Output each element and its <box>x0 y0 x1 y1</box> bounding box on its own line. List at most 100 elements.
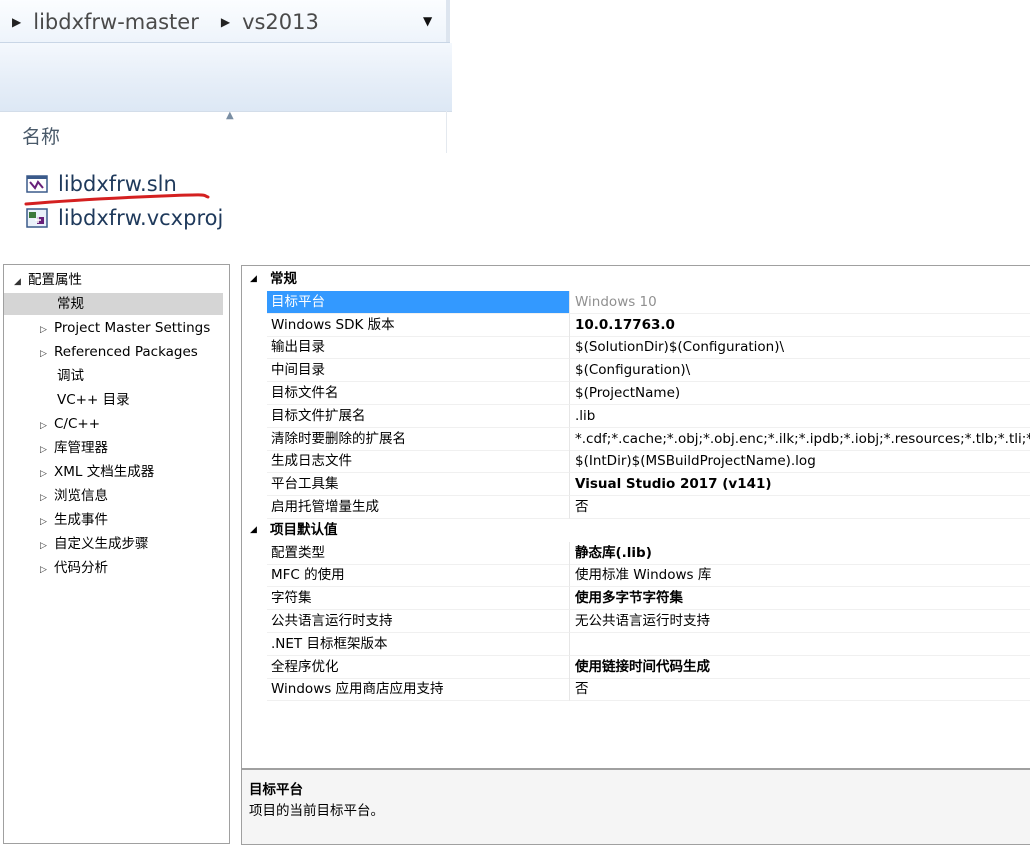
property-name[interactable]: MFC 的使用 <box>267 564 570 588</box>
property-value[interactable]: Windows 10 <box>570 291 1030 314</box>
address-bar-divider <box>446 0 450 42</box>
property-value[interactable]: 使用多字节字符集 <box>570 587 1030 611</box>
column-divider[interactable] <box>446 111 447 153</box>
property-value[interactable]: $(SolutionDir)$(Configuration)\ <box>570 336 1030 360</box>
tree-collapse-icon[interactable]: ◢ <box>14 271 28 293</box>
property-row[interactable]: 目标文件扩展名 .lib <box>242 404 1030 428</box>
property-value[interactable]: $(ProjectName) <box>570 382 1030 405</box>
property-value[interactable]: $(Configuration)\ <box>570 359 1030 383</box>
tree-expand-icon[interactable]: ▷ <box>40 439 54 461</box>
property-value[interactable] <box>570 633 1030 656</box>
property-name[interactable]: 目标平台 <box>267 290 570 314</box>
breadcrumb-item-libdxfrw-master[interactable]: libdxfrw-master <box>31 10 201 34</box>
property-name[interactable]: 公共语言运行时支持 <box>267 610 570 633</box>
property-value[interactable]: 10.0.17763.0 <box>570 314 1030 337</box>
address-dropdown-icon[interactable]: ▼ <box>423 14 432 28</box>
tree-item-project-master-settings[interactable]: ▷ Project Master Settings <box>40 317 210 339</box>
property-value[interactable]: 使用标准 Windows 库 <box>570 564 1030 588</box>
tree-expand-icon[interactable]: ▷ <box>40 463 54 485</box>
property-name[interactable]: 全程序优化 <box>267 655 570 679</box>
property-name[interactable]: 目标文件扩展名 <box>267 404 570 428</box>
property-pages: ◢ 配置属性 常规 ▷ Project Master Settings ▷ Refer… <box>0 264 1030 845</box>
property-name[interactable]: .NET 目标框架版本 <box>267 632 570 656</box>
tree-expand-icon[interactable]: ▷ <box>40 415 54 437</box>
property-name[interactable]: 配置类型 <box>267 541 570 565</box>
tree-item-c-cpp[interactable]: ▷ C/C++ <box>40 413 100 435</box>
tree-expand-icon[interactable]: ▷ <box>40 319 54 341</box>
property-name[interactable]: 清除时要删除的扩展名 <box>267 427 570 451</box>
property-row[interactable]: 生成日志文件 $(IntDir)$(MSBuildProjectName).log <box>242 450 1030 474</box>
tree-expand-icon[interactable]: ▷ <box>40 535 54 557</box>
property-name[interactable]: Windows 应用商店应用支持 <box>267 678 570 702</box>
description-text: 项目的当前目标平台。 <box>249 803 384 819</box>
category-collapse-icon[interactable]: ◢ <box>250 519 257 542</box>
tree-item-debugging[interactable]: 调试 <box>57 365 84 387</box>
property-row[interactable]: 启用托管增量生成否 <box>242 496 1030 519</box>
breadcrumb-item-vs2013[interactable]: vs2013 <box>240 10 321 34</box>
tree-item-code-analysis[interactable]: ▷ 代码分析 <box>40 557 108 579</box>
tree-expand-icon[interactable]: ▷ <box>40 559 54 581</box>
property-name[interactable]: 中间目录 <box>267 359 570 383</box>
property-row[interactable]: 公共语言运行时支持 无公共语言运行时支持 <box>242 610 1030 633</box>
property-value[interactable]: 无公共语言运行时支持 <box>570 610 1030 633</box>
solution-file-icon <box>26 174 48 194</box>
property-name[interactable]: 平台工具集 <box>267 473 570 497</box>
property-value[interactable]: 否 <box>570 496 1030 519</box>
property-row[interactable]: .NET 目标框架版本 <box>242 632 1030 656</box>
explorer-toolbar <box>0 43 452 112</box>
property-value[interactable]: .lib <box>570 405 1030 428</box>
description-panel: 目标平台 项目的当前目标平台。 <box>241 769 1030 845</box>
property-row[interactable]: 输出目录 $(SolutionDir)$(Configuration)\ <box>242 336 1030 360</box>
property-row[interactable]: 字符集 使用多字节字符集 <box>242 587 1030 611</box>
tree-item-config-properties[interactable]: ◢ 配置属性 <box>14 269 82 291</box>
vcxproj-file-icon <box>26 208 48 228</box>
category-collapse-icon[interactable]: ◢ <box>250 268 257 291</box>
tree-item-referenced-packages[interactable]: ▷ Referenced Packages <box>40 341 198 363</box>
category-name: 项目默认值 <box>270 521 338 538</box>
property-value[interactable]: 否 <box>570 678 1030 702</box>
address-bar[interactable]: ▶ libdxfrw-master ▶ vs2013 ▼ <box>0 0 450 43</box>
category-header[interactable]: ◢ 项目默认值 <box>242 519 1030 542</box>
category-name: 常规 <box>270 271 297 287</box>
tree-item-general[interactable]: 常规 <box>4 293 223 315</box>
tree-item-xml-doc-generator[interactable]: ▷ XML 文档生成器 <box>40 461 154 483</box>
tree-item-vc-directories[interactable]: VC++ 目录 <box>57 389 130 411</box>
tree-item-librarian[interactable]: ▷ 库管理器 <box>40 437 108 459</box>
property-row[interactable]: 配置类型 静态库(.lib) <box>242 541 1030 565</box>
property-row[interactable]: 平台工具集 Visual Studio 2017 (v141) <box>242 473 1030 497</box>
category-header[interactable]: ◢ 常规 <box>242 268 1030 291</box>
property-row[interactable]: MFC 的使用 使用标准 Windows 库 <box>242 564 1030 588</box>
column-header-name[interactable]: 名称 <box>22 122 60 149</box>
tree-expand-icon[interactable]: ▷ <box>40 487 54 509</box>
property-value[interactable]: Visual Studio 2017 (v141) <box>570 473 1030 497</box>
tree-expand-icon[interactable]: ▷ <box>40 511 54 533</box>
property-name[interactable]: 启用托管增量生成 <box>267 496 570 519</box>
property-name[interactable]: 输出目录 <box>267 336 570 360</box>
property-row[interactable]: 目标平台 Windows 10 <box>242 290 1030 314</box>
breadcrumb: ▶ libdxfrw-master ▶ vs2013 <box>10 8 321 36</box>
tree-item-build-events[interactable]: ▷ 生成事件 <box>40 509 108 531</box>
sort-ascending-icon: ▲ <box>226 110 234 121</box>
property-row[interactable]: Windows 应用商店应用支持否 <box>242 678 1030 702</box>
property-name[interactable]: 目标文件名 <box>267 382 570 405</box>
property-value[interactable]: $(IntDir)$(MSBuildProjectName).log <box>570 450 1030 474</box>
property-name[interactable]: 字符集 <box>267 587 570 611</box>
property-row[interactable]: 中间目录 $(Configuration)\ <box>242 359 1030 383</box>
property-value[interactable]: *.cdf;*.cache;*.obj;*.obj.enc;*.ilk;*.ip… <box>570 428 1030 451</box>
breadcrumb-arrow-icon[interactable]: ▶ <box>221 15 230 29</box>
red-underline-annotation <box>24 193 210 206</box>
description-title: 目标平台 <box>249 782 303 798</box>
property-name[interactable]: Windows SDK 版本 <box>267 313 570 337</box>
tree-item-custom-build-step[interactable]: ▷ 自定义生成步骤 <box>40 533 149 555</box>
property-row[interactable]: 目标文件名 $(ProjectName) <box>242 382 1030 405</box>
property-row[interactable]: 清除时要删除的扩展名 *.cdf;*.cache;*.obj;*.obj.enc;… <box>242 427 1030 451</box>
file-explorer: ▶ libdxfrw-master ▶ vs2013 ▼ 名称 ▲ libdxf… <box>0 0 452 255</box>
property-name[interactable]: 生成日志文件 <box>267 450 570 474</box>
breadcrumb-arrow-icon[interactable]: ▶ <box>12 15 21 29</box>
tree-expand-icon[interactable]: ▷ <box>40 343 54 365</box>
property-row[interactable]: 全程序优化 使用链接时间代码生成 <box>242 655 1030 679</box>
tree-item-browse-information[interactable]: ▷ 浏览信息 <box>40 485 108 507</box>
property-row[interactable]: Windows SDK 版本 10.0.17763.0 <box>242 313 1030 337</box>
property-value[interactable]: 静态库(.lib) <box>570 542 1030 565</box>
property-value[interactable]: 使用链接时间代码生成 <box>570 656 1030 679</box>
